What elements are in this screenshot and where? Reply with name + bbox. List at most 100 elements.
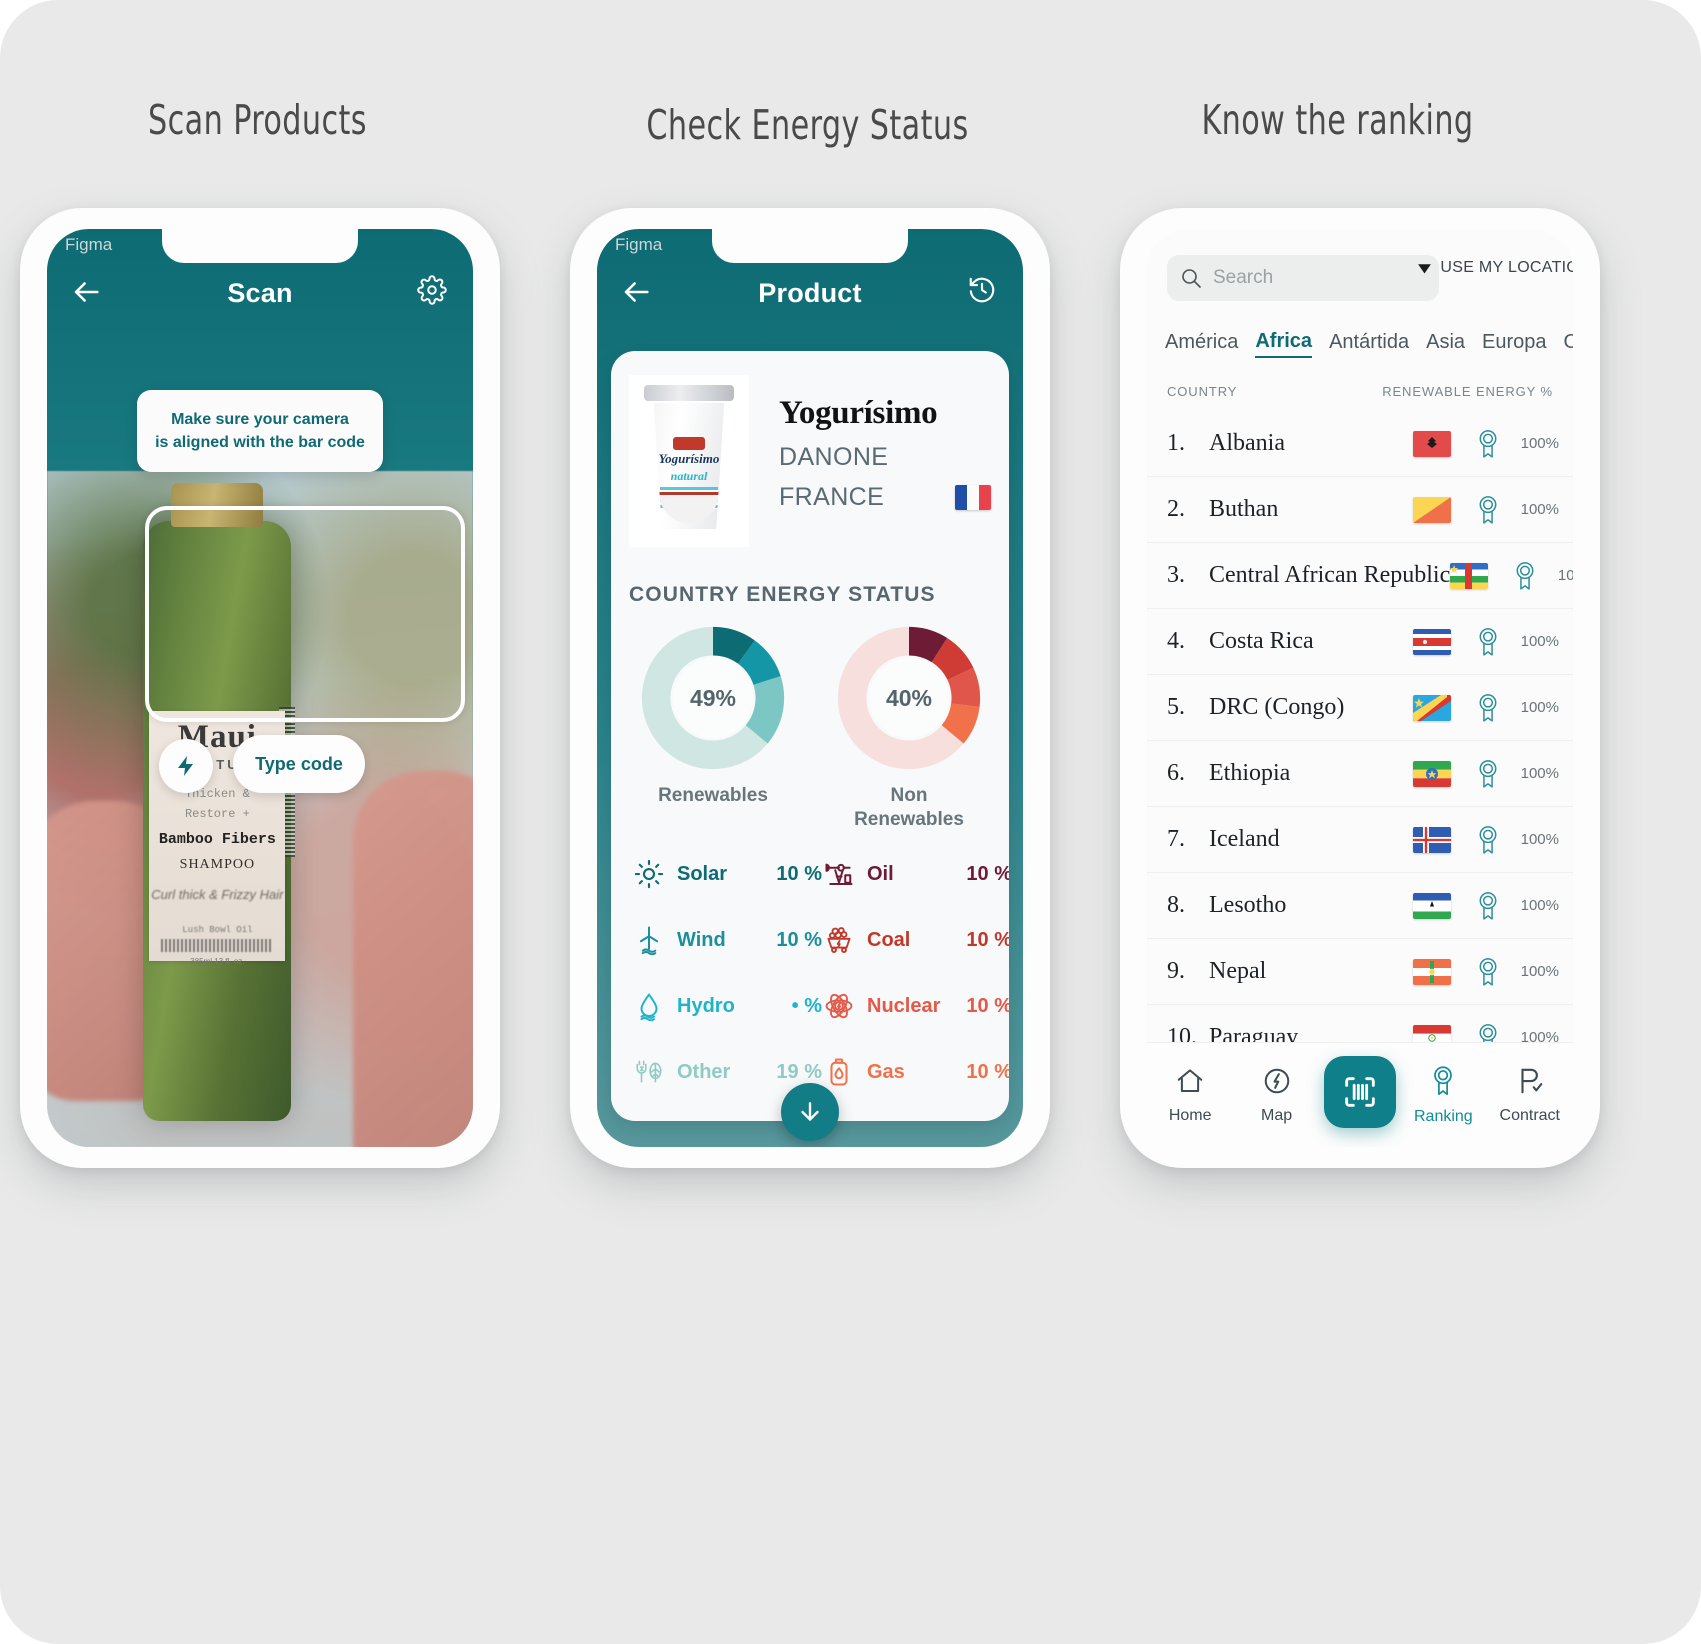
scan-frame	[145, 506, 465, 722]
country-name: Lesotho	[1209, 892, 1287, 918]
medal-icon	[1471, 825, 1505, 855]
nav-item-ranking[interactable]: Ranking	[1404, 1065, 1482, 1126]
source-row-wind[interactable]: Wind 10 %	[627, 907, 822, 973]
scroll-down-button[interactable]	[781, 1083, 839, 1141]
tab-antrtida[interactable]: Antártida	[1329, 331, 1409, 357]
renewable-percent: 100%	[1520, 501, 1559, 518]
product-card: Yogurísimo natural Yogurísimo DANONE FRA…	[611, 351, 1009, 1121]
nav-item-home[interactable]: Home	[1151, 1066, 1229, 1125]
medal-icon	[1508, 561, 1542, 591]
wind-turbine-icon	[627, 921, 671, 959]
source-name: Hydro	[677, 994, 735, 1017]
source-value: 10 %	[966, 994, 1009, 1017]
back-button[interactable]	[69, 275, 103, 309]
history-clock-icon[interactable]	[967, 275, 1001, 309]
table-row[interactable]: 1. Albania 100%	[1147, 411, 1573, 477]
cup-variant-text: natural	[670, 469, 708, 483]
scan-screen: Maui MOISTURE Thicken & Restore + Bamboo…	[47, 229, 473, 1147]
flag-drc-icon	[1413, 694, 1451, 721]
label-barcode	[161, 939, 274, 952]
renewable-percent: 100%	[1520, 699, 1559, 716]
medal-icon	[1471, 891, 1505, 921]
rank-number: 3.	[1167, 562, 1185, 588]
source-row-hydro[interactable]: Hydro • %	[627, 973, 822, 1039]
source-row-coal[interactable]: Coal 10 %	[817, 907, 1009, 973]
source-name: Oil	[867, 862, 894, 885]
product-screen: Figma Product Yogurísimo natural Yogurís…	[597, 229, 1023, 1147]
back-button[interactable]	[619, 275, 653, 309]
label-script: Curl thick & Frizzy Hair	[151, 887, 284, 902]
product-info: Yogurísimo DANONE FRANCE	[779, 395, 991, 512]
atom-icon	[817, 987, 861, 1025]
contract-icon	[1515, 1066, 1545, 1101]
country-name: Albania	[1209, 430, 1285, 456]
table-row[interactable]: 6. Ethiopia 100%	[1147, 741, 1573, 807]
table-row[interactable]: 4. Costa Rica 100%	[1147, 609, 1573, 675]
medal-icon	[1471, 627, 1505, 657]
nav-item-map[interactable]: Map	[1238, 1066, 1316, 1125]
tab-amrica[interactable]: América	[1165, 331, 1238, 357]
rank-number: 8.	[1167, 892, 1185, 918]
arrow-down-circle-icon	[801, 1102, 819, 1121]
rank-number: 1.	[1167, 430, 1185, 456]
source-name: Other	[677, 1060, 731, 1083]
medal-icon	[1471, 429, 1505, 459]
flag-lesotho-icon	[1413, 892, 1451, 919]
nonrenewables-column: Oil 10 % Coal 10 % Nuclear 10 % Gas 10 %	[817, 841, 1009, 1105]
water-drop-icon	[627, 987, 671, 1025]
country-name: Costa Rica	[1209, 628, 1314, 654]
ranking-list-header: COUNTRY RENEWABLE ENERGY %	[1147, 373, 1573, 409]
home-icon	[1175, 1066, 1205, 1101]
search-placeholder: Search	[1213, 267, 1274, 288]
phone-notch-2	[712, 229, 908, 263]
nav-item-contract[interactable]: Contract	[1491, 1066, 1569, 1125]
gear-icon[interactable]	[417, 275, 451, 309]
table-row[interactable]: 8. Lesotho 100%	[1147, 873, 1573, 939]
nav-label: Ranking	[1414, 1107, 1473, 1125]
map-pin-icon	[1262, 1066, 1292, 1101]
country-name: DRC (Congo)	[1209, 694, 1345, 720]
product-country: FRANCE	[779, 483, 885, 511]
yogurt-cup: Yogurísimo natural	[653, 403, 725, 529]
nonren-label-line1: Non	[890, 785, 928, 806]
plug-leaf-icon	[627, 1053, 671, 1091]
rank-number: 6.	[1167, 760, 1185, 786]
table-row[interactable]: 2. Buthan 100%	[1147, 477, 1573, 543]
table-row[interactable]: 5. DRC (Congo) 100%	[1147, 675, 1573, 741]
source-row-oil[interactable]: Oil 10 %	[817, 841, 1009, 907]
source-name: Wind	[677, 928, 726, 951]
nonrenewables-donut-wrap: 40% Non Renewables	[829, 623, 989, 832]
flash-button[interactable]	[159, 739, 213, 793]
phone-notch-3	[1262, 229, 1458, 263]
source-value: • %	[791, 994, 822, 1017]
tab-oceana[interactable]: Oceanía	[1564, 331, 1573, 357]
ranking-screen: Search USE MY LOCATION América Africa Antá…	[1147, 229, 1573, 1147]
source-row-gas[interactable]: Gas 10 %	[817, 1039, 1009, 1105]
energy-donuts: 49% Renewables 40% Non Renewables	[611, 623, 1009, 835]
table-row[interactable]: 3. Central African Republic 100%	[1147, 543, 1573, 609]
nonren-label-line2: Renewables	[854, 808, 964, 830]
source-row-nuclear[interactable]: Nuclear 10 %	[817, 973, 1009, 1039]
flash-icon	[178, 756, 193, 776]
flag-costarica-icon	[1413, 628, 1451, 655]
source-value: 10 %	[966, 1060, 1009, 1083]
heading-check-energy-status: Check Energy Status	[646, 101, 969, 149]
phone-mockup-ranking: Search USE MY LOCATION América Africa Antá…	[1120, 208, 1600, 1168]
label-volume: 385ml 13 fl. oz.	[190, 957, 245, 966]
product-title: Product	[758, 278, 862, 308]
ranking-list: 1. Albania 100% 2. Buthan 100% 3. Central Afric…	[1147, 411, 1573, 1071]
tab-europa[interactable]: Europa	[1482, 331, 1547, 357]
rank-number: 7.	[1167, 826, 1185, 852]
nav-label: Contract	[1499, 1106, 1560, 1124]
type-code-button[interactable]: Type code	[233, 735, 365, 793]
flag-nepal-icon	[1413, 958, 1451, 985]
table-row[interactable]: 7. Iceland 100%	[1147, 807, 1573, 873]
table-row[interactable]: 9. Nepal 100%	[1147, 939, 1573, 1005]
tab-asia[interactable]: Asia	[1426, 331, 1465, 357]
source-value: 10 %	[776, 928, 822, 951]
product-brand: DANONE	[779, 443, 889, 471]
tab-africa[interactable]: Africa	[1255, 330, 1313, 358]
source-row-solar[interactable]: Solar 10 %	[627, 841, 822, 907]
tooltip-line-2: is aligned with the bar code	[155, 434, 365, 452]
scan-nav-button[interactable]	[1323, 1056, 1396, 1128]
